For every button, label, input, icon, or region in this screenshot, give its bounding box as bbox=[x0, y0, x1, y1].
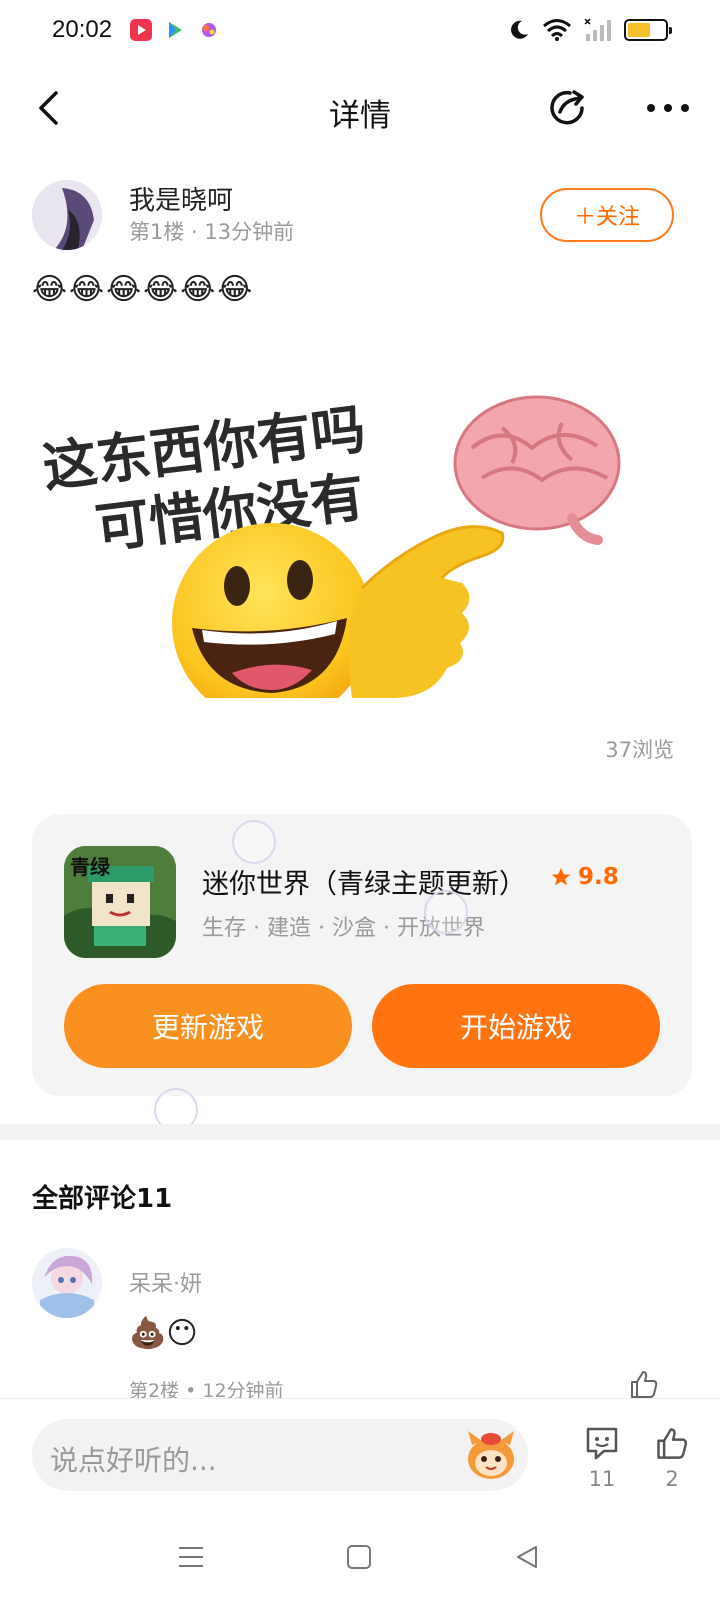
comment-count: 11 bbox=[588, 1467, 616, 1491]
comment-text: 💩😶 bbox=[129, 1316, 198, 1351]
media-app-icon bbox=[164, 19, 186, 41]
status-app-icons bbox=[130, 19, 220, 41]
signal-icon bbox=[584, 18, 611, 41]
comment-input[interactable]: 说点好听的... bbox=[32, 1419, 528, 1491]
update-game-label: 更新游戏 bbox=[151, 1011, 264, 1044]
touch-indicator bbox=[424, 890, 468, 934]
mascot-emoji-icon[interactable] bbox=[464, 1429, 518, 1481]
game-app-icon bbox=[198, 19, 220, 41]
status-right bbox=[508, 18, 672, 42]
status-bar: 20:02 bbox=[0, 0, 720, 64]
square-icon bbox=[347, 1545, 371, 1569]
game-icon[interactable]: 青绿 bbox=[64, 846, 176, 958]
like-button[interactable]: 2 bbox=[652, 1425, 692, 1491]
game-icon-text: 青绿 bbox=[70, 855, 111, 879]
post-image[interactable]: 这东西你有吗 可惜你没有 bbox=[32, 328, 672, 723]
back-nav-button[interactable] bbox=[512, 1542, 542, 1572]
rating-value: 9.8 bbox=[578, 864, 619, 890]
commenter-avatar[interactable] bbox=[32, 1248, 102, 1318]
moon-icon bbox=[511, 20, 528, 39]
game-rating: 9.8 bbox=[550, 864, 619, 890]
post-meta: 第1楼 · 13分钟前 bbox=[129, 220, 295, 244]
post-author-row: 我是晓呵 第1楼 · 13分钟前 ＋关注 bbox=[32, 178, 674, 250]
wifi-icon bbox=[543, 19, 571, 41]
update-game-button[interactable]: 更新游戏 bbox=[64, 984, 352, 1068]
touch-indicator bbox=[232, 820, 276, 864]
start-game-label: 开始游戏 bbox=[459, 1011, 572, 1044]
view-count: 37浏览 bbox=[605, 738, 674, 762]
comment-input-placeholder: 说点好听的... bbox=[50, 1444, 217, 1477]
game-card[interactable]: 青绿 迷你世界（青绿主题更新） 9.8 生存 · 建造 · 沙盒 · 开放世界 … bbox=[32, 814, 692, 1096]
star-icon bbox=[551, 867, 571, 886]
like-count: 2 bbox=[665, 1467, 679, 1491]
thumbs-up-icon bbox=[631, 1371, 658, 1398]
bottom-comment-bar: 说点好听的... 11 2 bbox=[0, 1398, 720, 1508]
comment-count-button[interactable]: 11 bbox=[582, 1425, 622, 1491]
video-app-icon bbox=[130, 19, 152, 41]
follow-button[interactable]: ＋关注 bbox=[540, 188, 674, 242]
game-name[interactable]: 迷你世界（青绿主题更新） bbox=[202, 862, 526, 901]
start-game-button[interactable]: 开始游戏 bbox=[372, 984, 660, 1068]
thumbs-up-icon bbox=[657, 1428, 688, 1459]
page-title: 详情 bbox=[329, 98, 391, 134]
post-text: 😂😂😂😂😂😂 bbox=[32, 272, 255, 307]
battery-icon bbox=[624, 19, 672, 41]
author-name[interactable]: 我是晓呵 bbox=[129, 180, 233, 217]
recent-apps-button[interactable] bbox=[176, 1542, 206, 1572]
comment-like-button[interactable] bbox=[628, 1368, 660, 1400]
menu-lines-icon bbox=[179, 1547, 203, 1567]
top-nav-bar: 详情 bbox=[0, 70, 720, 150]
author-avatar[interactable] bbox=[32, 180, 102, 250]
home-button[interactable] bbox=[344, 1542, 374, 1572]
triangle-back-icon bbox=[517, 1546, 537, 1568]
comment-bubble-icon bbox=[586, 1427, 618, 1460]
share-button[interactable] bbox=[544, 84, 592, 132]
system-nav-bar bbox=[0, 1508, 720, 1600]
more-dots-icon bbox=[647, 104, 689, 112]
more-options-button[interactable] bbox=[644, 84, 692, 132]
comments-title: 全部评论11 bbox=[32, 1184, 173, 1214]
section-divider bbox=[0, 1124, 720, 1140]
commenter-name[interactable]: 呆呆·妍 bbox=[129, 1266, 202, 1298]
status-time: 20:02 bbox=[52, 16, 113, 43]
follow-label: ＋关注 bbox=[573, 205, 640, 230]
comment-item: 呆呆·妍 💩😶 第2楼 • 12分钟前 bbox=[32, 1248, 674, 1402]
share-icon bbox=[550, 90, 584, 125]
